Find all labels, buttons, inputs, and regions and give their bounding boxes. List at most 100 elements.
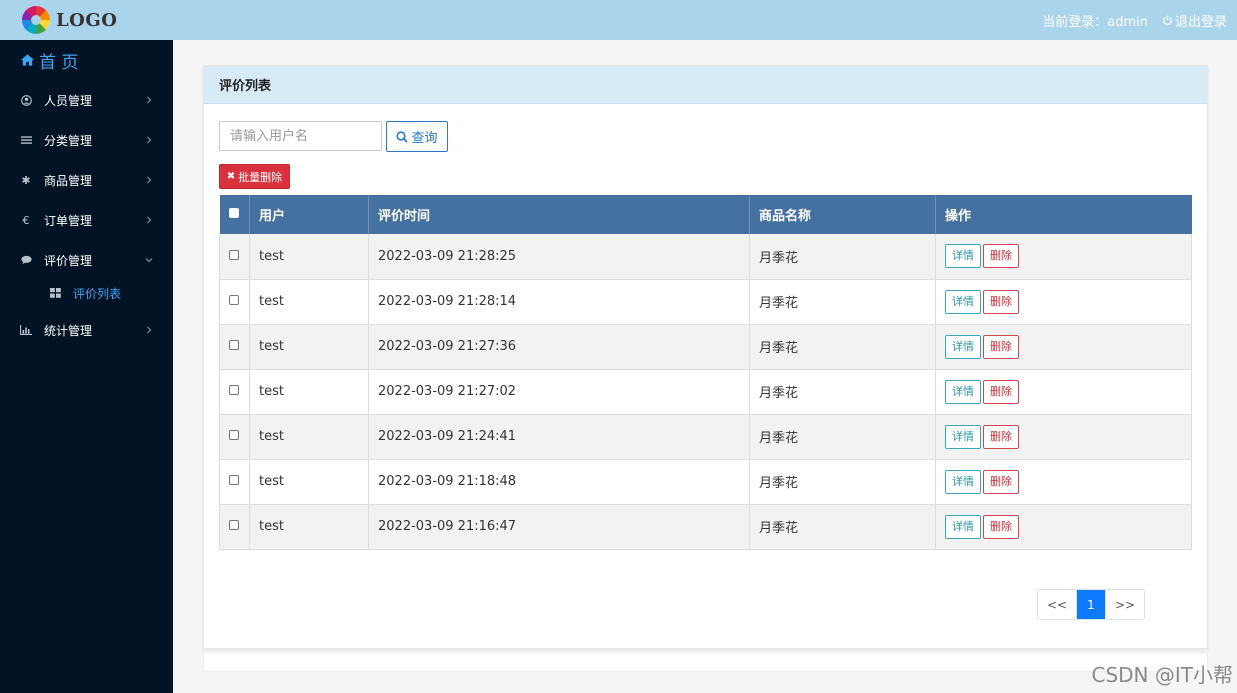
cell-review-time: 2022-03-09 21:28:14 [368, 279, 750, 325]
cell-user: test [249, 234, 369, 280]
row-select-cell [219, 369, 250, 415]
row-checkbox[interactable] [229, 430, 239, 440]
logout-link[interactable]: 退出登录 [1162, 11, 1227, 30]
table-row: test 2022-03-09 21:27:02 月季花 详情 删除 [219, 369, 1192, 415]
cell-product-name: 月季花 [749, 504, 936, 550]
cell-user: test [249, 324, 369, 370]
panel-title: 评价列表 [204, 66, 1207, 104]
cell-actions: 详情 删除 [935, 414, 1192, 460]
euro-icon: € [22, 213, 30, 227]
detail-button[interactable]: 详情 [945, 289, 981, 314]
table-header-row: 用户 评价时间 商品名称 操作 [219, 195, 1192, 234]
sidebar-item-reviews[interactable]: 评价管理 [0, 240, 173, 280]
detail-button[interactable]: 详情 [945, 379, 981, 404]
delete-button[interactable]: 删除 [983, 379, 1019, 404]
row-select-cell [219, 279, 250, 325]
chevron-right-icon [147, 216, 152, 224]
sidebar-item-label: 商品管理 [44, 173, 93, 188]
delete-button[interactable]: 删除 [983, 424, 1019, 449]
search-button[interactable]: 查询 [386, 121, 448, 152]
cell-review-time: 2022-03-09 21:27:36 [368, 324, 750, 370]
row-select-cell [219, 504, 250, 550]
detail-button[interactable]: 详情 [945, 424, 981, 449]
sidebar-item-statistics[interactable]: 统计管理 [0, 310, 173, 350]
top-bar: LOGO 当前登录：admin 退出登录 [0, 0, 1237, 40]
sidebar-item-category[interactable]: 分类管理 [0, 120, 173, 160]
sidebar-item-personnel[interactable]: 人员管理 [0, 80, 173, 120]
detail-button[interactable]: 详情 [945, 469, 981, 494]
table-body: test 2022-03-09 21:28:25 月季花 详情 删除 test 2… [219, 234, 1192, 550]
cell-product-name: 月季花 [749, 324, 936, 370]
table-row: test 2022-03-09 21:16:47 月季花 详情 删除 [219, 504, 1192, 550]
close-icon: ✖ [226, 171, 236, 182]
sidebar-item-label: 订单管理 [44, 213, 93, 228]
cell-user: test [249, 279, 369, 325]
header-product-name: 商品名称 [749, 195, 936, 234]
table-row: test 2022-03-09 21:28:14 月季花 详情 删除 [219, 279, 1192, 325]
cell-user: test [249, 504, 369, 550]
sidebar-item-orders[interactable]: € 订单管理 [0, 200, 173, 240]
table-row: test 2022-03-09 21:27:36 月季花 详情 删除 [219, 324, 1192, 370]
row-checkbox[interactable] [229, 249, 239, 260]
username-search-input[interactable] [219, 121, 382, 151]
logo[interactable]: LOGO [22, 5, 117, 35]
sidebar-home-label: 首 页 [39, 52, 79, 73]
footer-strip [203, 652, 1208, 672]
row-checkbox[interactable] [229, 520, 239, 530]
row-checkbox[interactable] [229, 475, 239, 485]
current-user-label: 当前登录：admin [1042, 14, 1148, 30]
power-icon [1163, 15, 1172, 25]
table-row: test 2022-03-09 21:24:41 月季花 详情 删除 [219, 414, 1192, 460]
row-select-cell [219, 459, 250, 505]
cell-product-name: 月季花 [749, 279, 936, 325]
review-list-panel: 评价列表 查询 ✖ 批量删除 用户 评价时间 商品名称 操作 test 2022… [203, 65, 1208, 649]
row-checkbox[interactable] [229, 295, 239, 305]
pagination-prev[interactable]: << [1038, 590, 1077, 619]
chevron-down-icon [145, 258, 153, 263]
cell-product-name: 月季花 [749, 459, 936, 505]
chevron-right-icon [147, 96, 152, 104]
comment-icon [20, 254, 32, 266]
sidebar: 首 页 人员管理 分类管理 ✱ 商品管理 € 订单管理 评价管理 评价列表 统计… [0, 40, 173, 693]
sidebar-subitem-label: 评价列表 [73, 286, 122, 301]
delete-button[interactable]: 删除 [983, 289, 1019, 314]
row-select-cell [219, 234, 250, 280]
list-icon [20, 134, 32, 146]
csdn-watermark: CSDN @IT小帮 [1091, 663, 1234, 687]
pagination-next[interactable]: >> [1105, 590, 1144, 619]
cell-actions: 详情 删除 [935, 279, 1192, 325]
header-user: 用户 [249, 195, 369, 234]
cell-user: test [249, 459, 369, 505]
header-actions: 操作 [935, 195, 1192, 234]
user-area: 当前登录：admin 退出登录 [1042, 0, 1227, 40]
logout-label: 退出登录 [1174, 14, 1227, 30]
cell-review-time: 2022-03-09 21:24:41 [368, 414, 750, 460]
delete-button[interactable]: 删除 [983, 244, 1019, 269]
cell-review-time: 2022-03-09 21:27:02 [368, 369, 750, 415]
sidebar-item-label: 人员管理 [44, 93, 93, 108]
sidebar-subitem-review-list[interactable]: 评价列表 [0, 278, 173, 308]
delete-button[interactable]: 删除 [983, 514, 1019, 539]
row-select-cell [219, 414, 250, 460]
logo-text: LOGO [56, 9, 118, 31]
sidebar-item-goods[interactable]: ✱ 商品管理 [0, 160, 173, 200]
pagination-page-current[interactable]: 1 [1077, 590, 1105, 619]
user-circle-icon [20, 94, 32, 106]
search-bar: 查询 [219, 121, 448, 152]
review-table: 用户 评价时间 商品名称 操作 test 2022-03-09 21:28:25… [219, 195, 1192, 550]
table-row: test 2022-03-09 21:28:25 月季花 详情 删除 [219, 234, 1192, 280]
select-all-checkbox[interactable] [228, 208, 239, 218]
chevron-right-icon [147, 136, 152, 144]
delete-button[interactable]: 删除 [983, 469, 1019, 494]
detail-button[interactable]: 详情 [945, 244, 981, 269]
bar-chart-icon [20, 324, 32, 336]
delete-button[interactable]: 删除 [983, 334, 1019, 359]
row-checkbox[interactable] [229, 385, 239, 395]
cell-user: test [249, 414, 369, 460]
detail-button[interactable]: 详情 [945, 514, 981, 539]
row-checkbox[interactable] [229, 340, 239, 350]
detail-button[interactable]: 详情 [945, 334, 981, 359]
chevron-right-icon [147, 326, 152, 334]
batch-delete-button[interactable]: ✖ 批量删除 [219, 164, 290, 189]
sidebar-home[interactable]: 首 页 [0, 40, 173, 80]
